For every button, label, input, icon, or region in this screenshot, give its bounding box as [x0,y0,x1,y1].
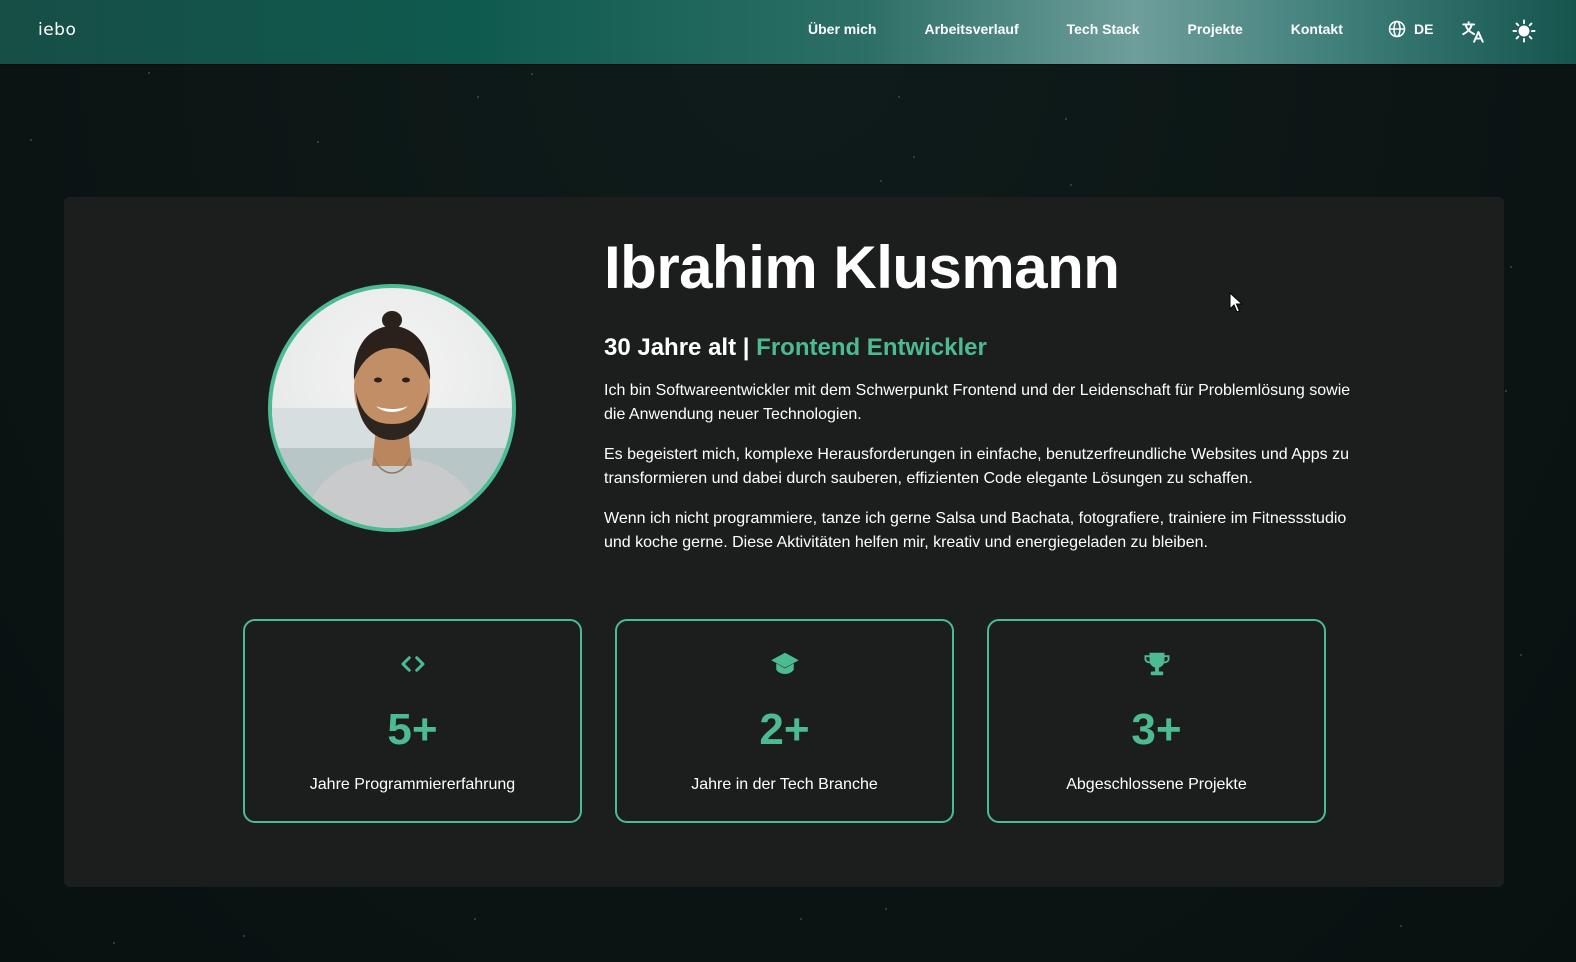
stat-value: 2+ [759,705,810,754]
profile-role: Frontend Entwickler [756,334,987,361]
globe-icon [1388,20,1406,38]
nav-link-tech-stack[interactable]: Tech Stack [1067,21,1140,37]
nav-link-projekte[interactable]: Projekte [1188,21,1243,37]
stat-card-programming-experience: 5+ Jahre Programmiererfahrung [243,619,582,823]
stats-row: 5+ Jahre Programmiererfahrung 2+ Jahre i… [243,619,1326,823]
nav-link-kontakt[interactable]: Kontakt [1291,21,1343,37]
stat-card-completed-projects: 3+ Abgeschlossene Projekte [987,619,1326,823]
stat-label: Abgeschlossene Projekte [1066,776,1247,793]
subtitle-separator: | [742,334,750,361]
nav-link-arbeitsverlauf[interactable]: Arbeitsverlauf [924,21,1018,37]
avatar [268,284,516,532]
profile-bio: Ich bin Softwareentwickler mit dem Schwe… [604,379,1374,571]
mouse-cursor-icon [1229,292,1243,313]
bio-paragraph: Ich bin Softwareentwickler mit dem Schwe… [604,382,1351,423]
graduation-cap-icon [770,652,799,674]
nav-link-ueber-mich[interactable]: Über mich [808,21,876,37]
profile-name: Ibrahim Klusmann [604,234,1120,301]
profile-age: 30 Jahre alt [604,334,737,361]
language-selector[interactable]: DE [1388,20,1433,38]
stat-label: Jahre in der Tech Branche [691,776,878,793]
profile-photo [272,311,512,528]
trophy-icon [1144,652,1169,676]
bio-paragraph: Wenn ich nicht programmiere, tanze ich g… [604,510,1347,551]
stat-value: 3+ [1131,705,1182,754]
site-logo[interactable]: iebo [38,20,76,40]
top-navbar: iebo Über mich Arbeitsverlauf Tech Stack… [0,0,1576,64]
stat-label: Jahre Programmiererfahrung [309,776,516,793]
stat-card-tech-industry: 2+ Jahre in der Tech Branche [615,619,954,823]
stat-value: 5+ [387,705,438,754]
profile-subtitle: 30 Jahre alt | Frontend Entwickler [604,334,987,362]
language-code: DE [1414,21,1434,37]
about-section: Ibrahim Klusmann 30 Jahre alt | Frontend… [64,197,1504,887]
code-icon [401,656,424,672]
translate-icon[interactable] [1460,19,1486,45]
sun-icon[interactable] [1512,19,1536,43]
nav-links: Über mich Arbeitsverlauf Tech Stack Proj… [808,21,1391,37]
bio-paragraph: Es begeistert mich, komplexe Herausforde… [604,446,1350,487]
